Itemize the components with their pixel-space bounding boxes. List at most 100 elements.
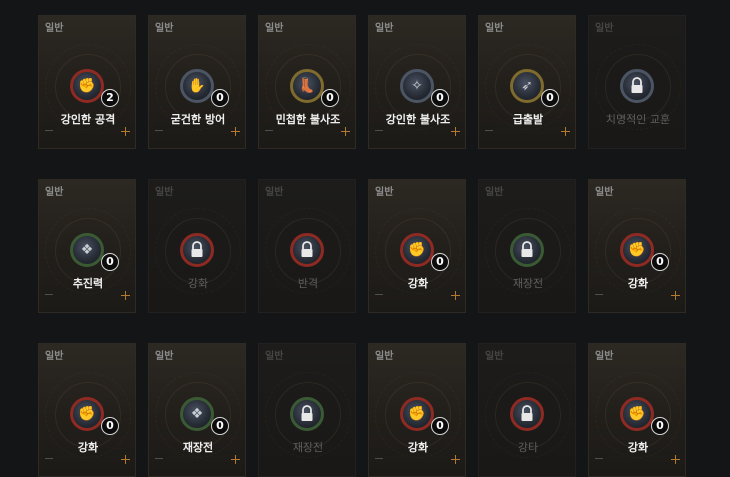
skill-card[interactable]: 일반 강타: [478, 343, 576, 477]
increase-button[interactable]: [121, 291, 130, 300]
skill-card[interactable]: 일반재장전: [258, 343, 356, 477]
skill-icon[interactable]: ✊: [70, 397, 104, 431]
skill-name: 민첩한 불사조: [275, 113, 341, 126]
category-label: 일반: [485, 23, 504, 34]
skill-icon[interactable]: [620, 69, 654, 103]
increase-button[interactable]: [451, 127, 460, 136]
skill-icon[interactable]: [290, 233, 324, 267]
increase-button[interactable]: [341, 127, 350, 136]
lock-icon: [631, 77, 643, 93]
skill-card[interactable]: 일반 ✧ 0 강인한 불사조: [368, 15, 466, 149]
decrease-button[interactable]: [45, 130, 53, 131]
skill-name: 강인한 불사조: [385, 113, 451, 126]
skill-name: 강화: [187, 277, 209, 290]
increase-button[interactable]: [671, 291, 680, 300]
increase-button[interactable]: [451, 291, 460, 300]
category-label: 일반: [155, 23, 174, 34]
skill-level-badge: 0: [651, 417, 669, 435]
skill-name: 강화: [627, 441, 649, 454]
gem-cluster-icon: ❖: [190, 406, 204, 422]
skill-card[interactable]: 일반강화: [148, 179, 246, 313]
skill-name: 급출발: [512, 113, 544, 126]
skill-icon[interactable]: ✊: [620, 397, 654, 431]
skill-icon[interactable]: [180, 233, 214, 267]
skill-level-badge: 0: [431, 417, 449, 435]
skill-name: 재장전: [182, 441, 214, 454]
fist-icon: ✊: [408, 242, 426, 258]
skill-icon[interactable]: ✊: [70, 69, 104, 103]
skill-card[interactable]: 일반 ✊ 0 강화: [38, 343, 136, 477]
skill-name: 강화: [407, 441, 429, 454]
lock-icon: [521, 241, 533, 257]
lock-icon: [521, 405, 533, 421]
skill-level-badge: 0: [211, 417, 229, 435]
skill-icon[interactable]: ✋: [180, 69, 214, 103]
skill-level-badge: 0: [321, 89, 339, 107]
increase-button[interactable]: [671, 455, 680, 464]
lock-icon: [301, 405, 313, 421]
skill-card[interactable]: 일반 ➶ 0 급출발: [478, 15, 576, 149]
skill-name: 굳건한 방어: [170, 113, 226, 126]
skill-card[interactable]: 일반 ✊ 0 강화: [588, 179, 686, 313]
category-label: 일반: [265, 23, 284, 34]
skill-level-badge: 0: [101, 417, 119, 435]
increase-button[interactable]: [121, 127, 130, 136]
decrease-button[interactable]: [45, 294, 53, 295]
fist-swirl-icon: ✊: [78, 78, 96, 94]
decrease-button[interactable]: [485, 130, 493, 131]
skill-icon[interactable]: ❖: [180, 397, 214, 431]
increase-button[interactable]: [231, 127, 240, 136]
skill-icon[interactable]: ✊: [620, 233, 654, 267]
decrease-button[interactable]: [155, 130, 163, 131]
skill-icon[interactable]: ➶: [510, 69, 544, 103]
skill-level-badge: 0: [651, 253, 669, 271]
skill-card[interactable]: 일반 치명적인 교훈: [588, 15, 686, 149]
skill-icon[interactable]: ✧: [400, 69, 434, 103]
sprint-icon: ➶: [521, 78, 533, 94]
skill-card[interactable]: 일반 ✊ 0 강화: [588, 343, 686, 477]
skill-card[interactable]: 일반 ✊ 2 강인한 공격: [38, 15, 136, 149]
skill-icon[interactable]: [290, 397, 324, 431]
skill-card[interactable]: 일반 ❖ 0 재장전: [148, 343, 246, 477]
skill-icon[interactable]: [510, 233, 544, 267]
skill-name: 반격: [297, 277, 319, 290]
category-label: 일반: [155, 187, 174, 198]
skill-card[interactable]: 일반 반격: [258, 179, 356, 313]
skill-card[interactable]: 일반 ✊ 0 강화: [368, 179, 466, 313]
skill-name: 재장전: [292, 441, 324, 454]
increase-button[interactable]: [121, 455, 130, 464]
fist-icon: ✊: [408, 406, 426, 422]
skill-level-badge: 0: [431, 89, 449, 107]
category-label: 일반: [485, 187, 504, 198]
skill-icon[interactable]: ✊: [400, 397, 434, 431]
increase-button[interactable]: [561, 127, 570, 136]
category-label: 일반: [155, 351, 174, 362]
skill-icon[interactable]: [510, 397, 544, 431]
skill-level-badge: 2: [101, 89, 119, 107]
skill-card[interactable]: 일반 ✊ 0 강화: [368, 343, 466, 477]
skill-card[interactable]: 일반 ❖ 0 추진력: [38, 179, 136, 313]
skill-icon[interactable]: ❖: [70, 233, 104, 267]
fist-icon: ✊: [78, 406, 96, 422]
decrease-button[interactable]: [375, 130, 383, 131]
gem-cluster-icon: ❖: [80, 242, 94, 258]
decrease-button[interactable]: [375, 294, 383, 295]
category-label: 일반: [595, 23, 614, 34]
shield-arm-icon: ✋: [188, 78, 206, 94]
skill-icon[interactable]: ✊: [400, 233, 434, 267]
decrease-button[interactable]: [595, 294, 603, 295]
category-label: 일반: [265, 351, 284, 362]
category-label: 일반: [595, 351, 614, 362]
lock-icon: [191, 241, 203, 257]
skill-card[interactable]: 일반 👢 0 민첩한 불사조: [258, 15, 356, 149]
decrease-button[interactable]: [265, 130, 273, 131]
skill-card[interactable]: 일반 ✋ 0 굳건한 방어: [148, 15, 246, 149]
skill-level-badge: 0: [211, 89, 229, 107]
boot-icon: 👢: [298, 78, 316, 94]
skill-card[interactable]: 일반 재장전: [478, 179, 576, 313]
increase-button[interactable]: [231, 455, 240, 464]
increase-button[interactable]: [451, 455, 460, 464]
skill-name: 강화: [407, 277, 429, 290]
skill-level-badge: 0: [541, 89, 559, 107]
skill-icon[interactable]: 👢: [290, 69, 324, 103]
